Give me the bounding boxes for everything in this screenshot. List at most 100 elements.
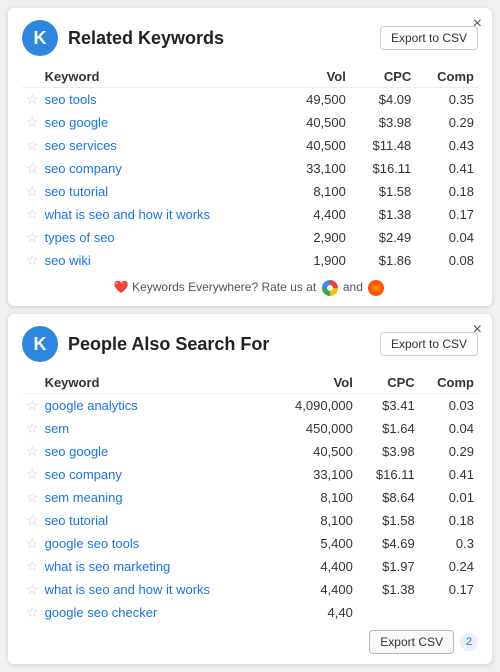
- vol-cell: 2,900: [283, 226, 350, 249]
- star-icon[interactable]: ☆: [22, 486, 41, 509]
- col-keyword-header: Keyword: [41, 66, 284, 88]
- keyword-cell[interactable]: seo google: [41, 111, 284, 134]
- star-icon[interactable]: ☆: [22, 509, 41, 532]
- cpc-cell: $2.49: [350, 226, 415, 249]
- vol-cell: 8,100: [270, 509, 357, 532]
- vol-cell: 4,400: [270, 578, 357, 601]
- vol-cell: 5,400: [270, 532, 357, 555]
- vol-cell: 4,40: [270, 601, 357, 624]
- vol-cell: 4,090,000: [270, 394, 357, 418]
- keyword-cell[interactable]: sem: [41, 417, 270, 440]
- keyword-cell[interactable]: what is seo and how it works: [41, 203, 284, 226]
- keyword-cell[interactable]: google seo checker: [41, 601, 270, 624]
- comp-cell: 0.29: [419, 440, 478, 463]
- rate-bar: ❤️ Keywords Everywhere? Rate us at and: [22, 280, 478, 296]
- export-csv-button-card2[interactable]: Export to CSV: [380, 332, 478, 356]
- keyword-cell[interactable]: seo wiki: [41, 249, 284, 272]
- keyword-cell[interactable]: seo company: [41, 463, 270, 486]
- close-button-card1[interactable]: ×: [473, 16, 482, 32]
- table-row: ☆ seo tutorial 8,100 $1.58 0.18: [22, 180, 478, 203]
- vol-cell: 40,500: [283, 134, 350, 157]
- cpc-cell: $4.69: [357, 532, 419, 555]
- close-button-card2[interactable]: ×: [473, 322, 482, 338]
- export-csv-button-card1[interactable]: Export to CSV: [380, 26, 478, 50]
- keyword-cell[interactable]: seo google: [41, 440, 270, 463]
- card2-header: K People Also Search For Export to CSV: [22, 326, 478, 362]
- star-icon[interactable]: ☆: [22, 203, 41, 226]
- vol-cell: 49,500: [283, 88, 350, 112]
- keyword-cell[interactable]: seo company: [41, 157, 284, 180]
- star-icon[interactable]: ☆: [22, 88, 41, 112]
- star-icon[interactable]: ☆: [22, 226, 41, 249]
- cpc-cell: $1.58: [350, 180, 415, 203]
- comp-cell: [419, 601, 478, 624]
- keyword-cell[interactable]: what is seo and how it works: [41, 578, 270, 601]
- table-row: ☆ seo company 33,100 $16.11 0.41: [22, 463, 478, 486]
- cpc-cell: $16.11: [357, 463, 419, 486]
- keyword-cell[interactable]: seo tutorial: [41, 180, 284, 203]
- keyword-cell[interactable]: google analytics: [41, 394, 270, 418]
- comp-cell: 0.18: [419, 509, 478, 532]
- table-row: ☆ sem meaning 8,100 $8.64 0.01: [22, 486, 478, 509]
- col-star-header2: [22, 372, 41, 394]
- table-row: ☆ what is seo marketing 4,400 $1.97 0.24: [22, 555, 478, 578]
- cpc-cell: $1.86: [350, 249, 415, 272]
- table-row: ☆ seo tools 49,500 $4.09 0.35: [22, 88, 478, 112]
- table-row: ☆ seo company 33,100 $16.11 0.41: [22, 157, 478, 180]
- comp-cell: 0.29: [415, 111, 478, 134]
- related-keywords-card: × K Related Keywords Export to CSV Keywo…: [8, 8, 492, 306]
- card1-header: K Related Keywords Export to CSV: [22, 20, 478, 56]
- col-comp-header: Comp: [415, 66, 478, 88]
- star-icon[interactable]: ☆: [22, 249, 41, 272]
- star-icon[interactable]: ☆: [22, 111, 41, 134]
- export-csv-bottom-button[interactable]: Export CSV: [369, 630, 454, 654]
- vol-cell: 33,100: [283, 157, 350, 180]
- star-icon[interactable]: ☆: [22, 578, 41, 601]
- star-icon[interactable]: ☆: [22, 532, 41, 555]
- star-icon[interactable]: ☆: [22, 394, 41, 418]
- star-icon[interactable]: ☆: [22, 134, 41, 157]
- keyword-cell[interactable]: google seo tools: [41, 532, 270, 555]
- card1-title: Related Keywords: [68, 28, 224, 49]
- col-vol-header: Vol: [283, 66, 350, 88]
- keyword-cell[interactable]: seo tutorial: [41, 509, 270, 532]
- col-vol-header2: Vol: [270, 372, 357, 394]
- star-icon[interactable]: ☆: [22, 417, 41, 440]
- export-badge: 2: [460, 633, 478, 651]
- keyword-cell[interactable]: what is seo marketing: [41, 555, 270, 578]
- logo-card2: K: [22, 326, 58, 362]
- comp-cell: 0.41: [419, 463, 478, 486]
- col-keyword-header2: Keyword: [41, 372, 270, 394]
- vol-cell: 8,100: [270, 486, 357, 509]
- keyword-cell[interactable]: sem meaning: [41, 486, 270, 509]
- cpc-cell: $11.48: [350, 134, 415, 157]
- table-row: ☆ seo wiki 1,900 $1.86 0.08: [22, 249, 478, 272]
- cpc-cell: $3.41: [357, 394, 419, 418]
- comp-cell: 0.01: [419, 486, 478, 509]
- card2-title-group: K People Also Search For: [22, 326, 269, 362]
- star-icon[interactable]: ☆: [22, 463, 41, 486]
- keyword-cell[interactable]: seo services: [41, 134, 284, 157]
- table-row: ☆ seo google 40,500 $3.98 0.29: [22, 440, 478, 463]
- table-row: ☆ sem 450,000 $1.64 0.04: [22, 417, 478, 440]
- cpc-cell: [357, 601, 419, 624]
- keyword-cell[interactable]: types of seo: [41, 226, 284, 249]
- table-row: ☆ what is seo and how it works 4,400 $1.…: [22, 578, 478, 601]
- star-icon[interactable]: ☆: [22, 440, 41, 463]
- logo-card1: K: [22, 20, 58, 56]
- comp-cell: 0.08: [415, 249, 478, 272]
- comp-cell: 0.17: [415, 203, 478, 226]
- cpc-cell: $1.58: [357, 509, 419, 532]
- cpc-cell: $8.64: [357, 486, 419, 509]
- vol-cell: 4,400: [270, 555, 357, 578]
- comp-cell: 0.41: [415, 157, 478, 180]
- table-row: ☆ google seo checker 4,40: [22, 601, 478, 624]
- cpc-cell: $1.38: [350, 203, 415, 226]
- star-icon[interactable]: ☆: [22, 555, 41, 578]
- keyword-cell[interactable]: seo tools: [41, 88, 284, 112]
- table-row: ☆ seo google 40,500 $3.98 0.29: [22, 111, 478, 134]
- comp-cell: 0.3: [419, 532, 478, 555]
- star-icon[interactable]: ☆: [22, 180, 41, 203]
- star-icon[interactable]: ☆: [22, 601, 41, 624]
- star-icon[interactable]: ☆: [22, 157, 41, 180]
